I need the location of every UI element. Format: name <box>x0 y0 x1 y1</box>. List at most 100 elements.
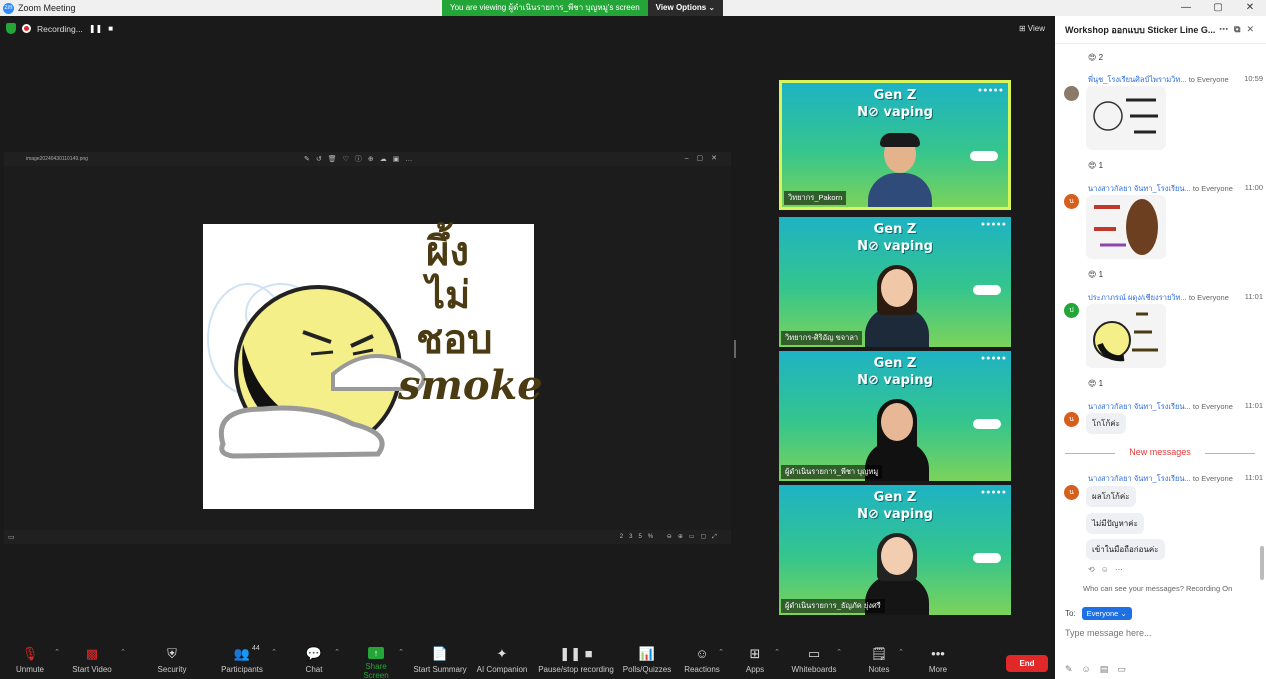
avatar[interactable]: น <box>1064 485 1079 500</box>
sender-name[interactable]: พี่นุช_โรงเรียนศิลป์ไพรามวิท... <box>1088 75 1187 84</box>
shared-screen: image20240430110149.png ✎↺🗑♡ⓘ⊕☁▣… –▢✕ ผึ… <box>4 152 731 544</box>
viewer-panel-icon[interactable]: ▭ <box>8 533 15 541</box>
security-button[interactable]: ⛨ Security <box>154 646 190 674</box>
meeting-toolbar: 🎙 Unmute ⌃ ▩ Start Video ⌃ ⛨ Security 👥 … <box>0 642 1055 679</box>
message-meta: พี่นุช_โรงเรียนศิลป์ไพรามวิท... to Every… <box>1088 74 1263 86</box>
participant-name: ผู้ดำเนินรายการ_พีชา บุญหมู <box>781 465 883 479</box>
start-summary-button[interactable]: 📄 Start Summary <box>413 646 467 674</box>
view-options-button[interactable]: View Options ⌄ <box>647 0 724 16</box>
message-reaction[interactable]: 😍 1 <box>1088 270 1103 279</box>
sender-name[interactable]: นางสาวกัลยา จันทา_โรงเรียน... <box>1088 184 1191 193</box>
window-controls: — ▢ ✕ <box>1170 0 1266 16</box>
message-bubble[interactable]: โกโก้ค่ะ <box>1086 413 1126 434</box>
notes-button[interactable]: 🗒 Notes ⌃ <box>866 646 904 674</box>
message-bubble[interactable]: ผลโกโก้ค่ะ <box>1086 486 1136 507</box>
message-meta: ประภาภรณ์ ผดุง/เชียงรายวิท... to Everyon… <box>1088 292 1263 304</box>
message-meta: นางสาวกัลยา จันทา_โรงเรียน... to Everyon… <box>1088 401 1263 413</box>
new-messages-divider: New messages <box>1065 447 1255 457</box>
share-screen-button[interactable]: ↑ Share Screen ⌃ <box>352 646 404 679</box>
message-reaction[interactable]: 😍 2 <box>1088 53 1103 62</box>
end-meeting-button[interactable]: End <box>1006 655 1048 672</box>
apps-button[interactable]: ⊞ Apps ⌃ <box>742 646 780 674</box>
file-icon[interactable]: ▤ <box>1100 664 1118 674</box>
whiteboards-caret[interactable]: ⌃ <box>836 648 842 656</box>
share-screen-icon: ↑ <box>368 647 384 659</box>
video-tile-3[interactable]: Gen Z N⊘ vaping ●●●●● ผู้ดำเนินรายการ_พี… <box>779 351 1011 481</box>
audio-options-caret[interactable]: ⌃ <box>54 648 60 656</box>
sender-name[interactable]: นางสาวกัลยา จันทา_โรงเรียน... <box>1088 402 1191 411</box>
more-button[interactable]: ••• More <box>926 646 950 674</box>
stop-recording-button[interactable]: ■ <box>108 24 113 33</box>
cloud-icon <box>973 553 1001 563</box>
pause-stop-recording-button[interactable]: ❚❚ ■ Pause/stop recording <box>537 646 615 674</box>
sender-name[interactable]: นางสาวกัลยา จันทา_โรงเรียน... <box>1088 474 1191 483</box>
chat-sticker-image[interactable] <box>1086 195 1166 259</box>
video-tile-2[interactable]: Gen Z N⊘ vaping ●●●●● วิทยากร-ศิริอัญ ขจ… <box>779 217 1011 347</box>
chat-header-buttons[interactable]: ⋯⧉✕ <box>1219 24 1260 35</box>
avatar[interactable]: ป <box>1064 303 1079 318</box>
message-meta: นางสาวกัลยา จันทา_โรงเรียน... to Everyon… <box>1088 183 1263 195</box>
chat-scrollbar[interactable] <box>1260 546 1264 580</box>
participants-button[interactable]: 👥 44 Participants ⌃ <box>219 645 277 674</box>
message-reaction[interactable]: 😍 1 <box>1088 379 1103 388</box>
video-options-caret[interactable]: ⌃ <box>120 648 126 656</box>
sticker-line-2: ไม่ <box>426 272 471 317</box>
participants-count: 44 <box>252 645 260 652</box>
message-reaction[interactable]: 😍 1 <box>1088 161 1103 170</box>
tile-heading: Gen Z <box>873 222 917 237</box>
screenshot-icon[interactable]: ▭ <box>1117 664 1135 674</box>
tile-subheading: N⊘ vaping <box>857 105 933 120</box>
reactions-button[interactable]: ☺ Reactions ⌃ <box>684 646 724 674</box>
tile-icons: ●●●●● <box>980 221 1007 228</box>
participants-caret[interactable]: ⌃ <box>271 648 277 656</box>
avatar[interactable] <box>1064 86 1079 101</box>
close-window-button[interactable]: ✕ <box>1234 0 1266 16</box>
cloud-icon <box>973 285 1001 295</box>
cocoa-sticker-drawing <box>1094 199 1158 255</box>
participant-name: ผู้ดำเนินรายการ_ธัญภัค ยุ่งศรี <box>781 599 885 613</box>
split-divider-handle[interactable] <box>734 340 736 358</box>
chat-sticker-image[interactable] <box>1086 304 1166 368</box>
viewing-message: You are viewing ผู้ดำเนินรายการ_พีชา บุญ… <box>442 0 648 16</box>
whiteboards-button[interactable]: ▭ Whiteboards ⌃ <box>790 646 842 674</box>
unmute-button[interactable]: 🎙 Unmute ⌃ <box>12 646 60 674</box>
who-can-see-notice[interactable]: Who can see your messages? Recording On <box>1083 584 1232 593</box>
zoom-level: 235% <box>619 534 660 540</box>
viewer-zoom-controls: 235% ⊖⊕▭▢⤢ <box>619 534 723 540</box>
summary-doc-icon: 📄 <box>431 646 449 661</box>
notes-caret[interactable]: ⌃ <box>898 648 904 656</box>
reactions-caret[interactable]: ⌃ <box>718 648 724 656</box>
sender-name[interactable]: ประภาภรณ์ ผดุง/เชียงรายวิท... <box>1088 293 1187 302</box>
chat-sticker-image[interactable] <box>1086 86 1166 150</box>
participants-label: Participants <box>221 665 263 674</box>
message-actions[interactable]: ⟲☺⋯ <box>1088 565 1129 574</box>
video-tile-4[interactable]: Gen Z N⊘ vaping ●●●●● ผู้ดำเนินรายการ_ธั… <box>779 485 1011 615</box>
chat-button[interactable]: 💬 Chat ⌃ <box>300 646 340 674</box>
recording-label: Recording... <box>37 23 83 34</box>
avatar[interactable]: น <box>1064 194 1079 209</box>
start-summary-label: Start Summary <box>413 665 467 674</box>
chat-message-input[interactable] <box>1065 626 1255 640</box>
chat-caret[interactable]: ⌃ <box>334 648 340 656</box>
format-icon[interactable]: ✎ <box>1065 664 1082 674</box>
video-tile-1[interactable]: Gen Z N⊘ vaping ●●●●● วิทยากร_Pakorn <box>779 80 1011 210</box>
share-screen-label: Share Screen <box>363 662 389 679</box>
minimize-button[interactable]: — <box>1170 0 1202 16</box>
apps-caret[interactable]: ⌃ <box>774 648 780 656</box>
participant-name: วิทยากร_Pakorn <box>784 191 847 205</box>
start-video-button[interactable]: ▩ Start Video ⌃ <box>70 646 126 674</box>
recording-status: Recording... ❚❚ ■ <box>6 23 113 34</box>
message-bubble[interactable]: ไม่มีปัญหาค่ะ <box>1086 513 1144 534</box>
ai-companion-button[interactable]: ✦ AI Companion <box>476 646 528 674</box>
encryption-shield-icon[interactable] <box>6 23 16 34</box>
view-button[interactable]: ⊞ View <box>1019 24 1045 33</box>
avatar[interactable]: น <box>1064 412 1079 427</box>
pause-recording-button[interactable]: ❚❚ <box>89 24 102 33</box>
maximize-button[interactable]: ▢ <box>1202 0 1234 16</box>
message-bubble[interactable]: เข้าในมือถือก่อนค่ะ <box>1086 539 1165 560</box>
polls-button[interactable]: 📊 Polls/Quizzes <box>622 646 672 674</box>
timestamp: 11:01 <box>1244 473 1263 482</box>
share-caret[interactable]: ⌃ <box>398 648 404 656</box>
emoji-icon[interactable]: ☺ <box>1082 664 1100 674</box>
recipient-select[interactable]: Everyone ⌄ <box>1081 607 1132 620</box>
